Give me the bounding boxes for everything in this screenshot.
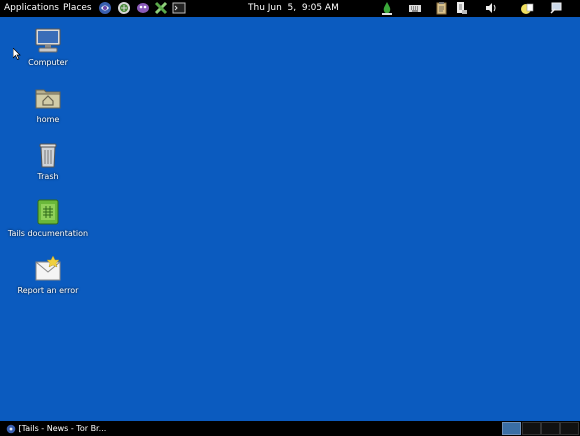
keyboard-icon[interactable] <box>408 1 422 15</box>
workspace-4[interactable] <box>560 422 579 435</box>
desktop-icon-home[interactable]: home <box>3 83 93 124</box>
documentation-icon <box>37 199 59 225</box>
top-panel: Applications Places Thu Jun 5, 9:05 AM <box>0 0 580 17</box>
desktop-icon-label: Report an error <box>17 286 79 295</box>
desktop-icon-report-an-error[interactable]: Report an error <box>3 254 93 295</box>
taskbar-window-title: [Tails - News - Tor Br... <box>18 424 107 433</box>
clipboard-icon[interactable] <box>434 1 448 15</box>
volume-icon[interactable] <box>484 1 498 15</box>
tor-browser-icon[interactable] <box>98 1 112 15</box>
desktop-icon-tails-documentation[interactable]: Tails documentation <box>3 197 93 238</box>
mouse-cursor-icon <box>13 48 21 60</box>
desktop-icon-trash[interactable]: Trash <box>3 140 93 181</box>
report-error-icon <box>35 255 61 281</box>
shutdown-icon[interactable] <box>454 1 468 15</box>
tor-browser-icon <box>6 424 16 433</box>
desktop-screen: Applications Places Thu Jun 5, 9:05 AM C… <box>0 0 580 436</box>
desktop-icon-computer[interactable]: Computer <box>3 26 93 67</box>
applications-menu[interactable]: Applications <box>4 0 59 17</box>
workspace-2[interactable] <box>522 422 541 435</box>
pidgin-icon[interactable] <box>136 1 150 15</box>
workspace-3[interactable] <box>541 422 560 435</box>
places-menu[interactable]: Places <box>63 0 92 17</box>
vidalia-onion-icon[interactable] <box>380 1 394 15</box>
desktop-icon-label: Tails documentation <box>7 229 89 238</box>
trash-icon <box>39 143 57 168</box>
network-connection-icon[interactable] <box>549 1 563 15</box>
clock[interactable]: Thu Jun 5, 9:05 AM <box>248 0 339 17</box>
workspace-1[interactable] <box>502 422 521 435</box>
keepassx-icon[interactable] <box>154 1 168 15</box>
home-folder-icon <box>35 89 61 109</box>
bottom-panel: [Tails - News - Tor Br... <box>0 421 580 436</box>
desktop-icon-label: home <box>36 115 60 124</box>
taskbar-window-button[interactable]: [Tails - News - Tor Br... <box>6 422 106 435</box>
notification-icon[interactable] <box>520 1 534 15</box>
network-icon[interactable] <box>117 1 131 15</box>
terminal-icon[interactable] <box>172 1 186 15</box>
desktop-icon-label: Trash <box>37 172 59 181</box>
computer-icon <box>35 28 61 53</box>
